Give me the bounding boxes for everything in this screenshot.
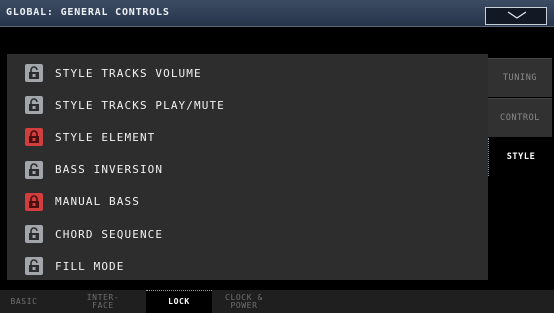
title-bar: GLOBAL: GENERAL CONTROLS bbox=[0, 0, 554, 27]
lock-open-icon[interactable] bbox=[25, 64, 43, 83]
tab-style[interactable]: STYLE bbox=[488, 138, 553, 176]
lock-open-icon[interactable] bbox=[25, 257, 43, 276]
global-general-controls-screen: GLOBAL: GENERAL CONTROLS STYLE TRACKS VO… bbox=[0, 0, 554, 313]
lock-list-panel: STYLE TRACKS VOLUME STYLE TRACKS PLAY/MUT… bbox=[7, 54, 488, 280]
side-tabs: TUNING CONTROL STYLE bbox=[488, 54, 554, 280]
lock-label: BASS INVERSION bbox=[55, 163, 164, 177]
lock-label: STYLE TRACKS PLAY/MUTE bbox=[55, 98, 225, 112]
lock-row[interactable]: STYLE ELEMENT bbox=[7, 121, 488, 153]
page-title: GLOBAL: GENERAL CONTROLS bbox=[6, 7, 170, 18]
lock-label: MANUAL BASS bbox=[55, 195, 140, 209]
page-menu-button[interactable] bbox=[485, 7, 547, 25]
lock-row[interactable]: STYLE TRACKS VOLUME bbox=[7, 57, 488, 89]
bottom-tab-bar: BASIC INTER- FACE LOCK CLOCK & POWER bbox=[0, 290, 554, 313]
lock-row[interactable]: MANUAL BASS bbox=[7, 186, 488, 218]
lock-row[interactable]: BASS INVERSION bbox=[7, 154, 488, 186]
lock-label: STYLE TRACKS VOLUME bbox=[55, 66, 202, 80]
lock-label: CHORD SEQUENCE bbox=[55, 227, 164, 241]
lock-label: STYLE ELEMENT bbox=[55, 130, 156, 144]
lock-open-icon[interactable] bbox=[25, 225, 43, 244]
lock-open-icon[interactable] bbox=[25, 96, 43, 115]
tab-lock[interactable]: LOCK bbox=[146, 290, 212, 313]
lock-row[interactable]: CHORD SEQUENCE bbox=[7, 218, 488, 250]
tab-control[interactable]: CONTROL bbox=[488, 98, 552, 137]
chevron-down-icon bbox=[507, 11, 527, 19]
tab-tuning[interactable]: TUNING bbox=[488, 58, 552, 97]
lock-closed-icon[interactable] bbox=[25, 128, 43, 147]
lock-list: STYLE TRACKS VOLUME STYLE TRACKS PLAY/MUT… bbox=[7, 57, 488, 282]
tab-clock-power[interactable]: CLOCK & POWER bbox=[213, 290, 275, 313]
lock-row[interactable]: STYLE TRACKS PLAY/MUTE bbox=[7, 89, 488, 121]
lock-row[interactable]: FILL MODE bbox=[7, 250, 488, 282]
lock-closed-icon[interactable] bbox=[25, 192, 43, 211]
lock-open-icon[interactable] bbox=[25, 160, 43, 179]
tab-inter-face[interactable]: INTER- FACE bbox=[73, 290, 133, 313]
tab-basic[interactable]: BASIC bbox=[0, 290, 48, 313]
lock-label: FILL MODE bbox=[55, 259, 125, 273]
